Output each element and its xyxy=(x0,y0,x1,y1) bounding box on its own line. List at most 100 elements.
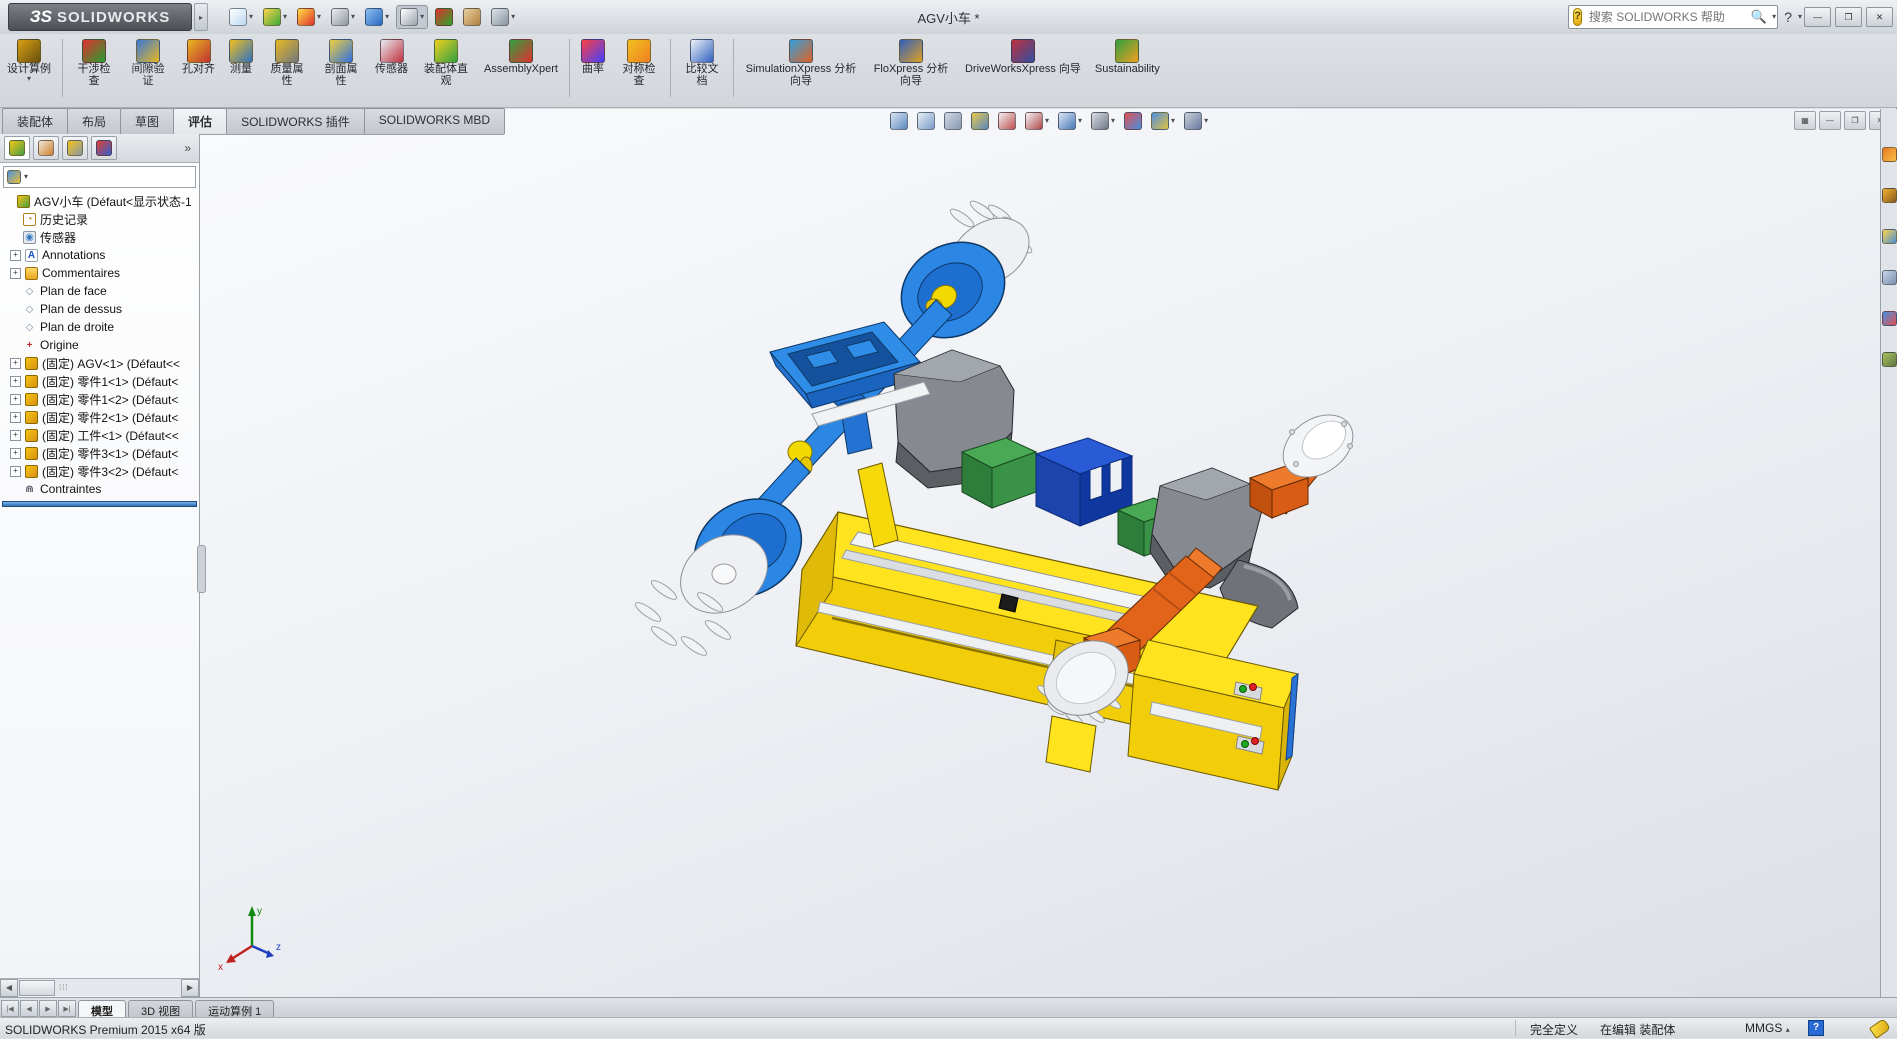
expander-icon[interactable]: + xyxy=(10,394,21,405)
panel-splitter-grip[interactable] xyxy=(197,545,206,593)
ribbon-section-properties[interactable]: 剖面属性 xyxy=(321,39,361,87)
rebuild-traffic-light-button[interactable] xyxy=(432,6,456,28)
doc-restore-button[interactable]: ❐ xyxy=(1844,111,1866,130)
rollback-bar[interactable] xyxy=(2,501,197,507)
ribbon-clearance-verification[interactable]: 间隙验证 xyxy=(128,39,168,87)
tree-item-part1-1[interactable]: +(固定) 零件1<1> (Défaut< xyxy=(0,372,199,390)
tree-item-history[interactable]: ◔历史记录 xyxy=(0,210,199,228)
search-options-caret[interactable]: ▾ xyxy=(1772,13,1776,21)
tree-item-workpiece-1[interactable]: +(固定) 工件<1> (Défaut<< xyxy=(0,426,199,444)
view-orientation-caret[interactable]: ▾ xyxy=(1045,117,1049,125)
expander-icon[interactable]: + xyxy=(10,268,21,279)
select-tool-caret[interactable]: ▾ xyxy=(420,13,424,21)
expander-icon[interactable]: + xyxy=(10,412,21,423)
tree-item-commentaires[interactable]: +Commentaires xyxy=(0,264,199,282)
zoom-to-fit-button[interactable] xyxy=(890,112,908,130)
bottom-tab-model[interactable]: 模型 xyxy=(78,1000,126,1018)
ribbon-mass-properties[interactable]: 质量属性 xyxy=(267,39,307,87)
custom-properties-tab[interactable] xyxy=(1882,352,1897,372)
tab-sketch[interactable]: 草图 xyxy=(120,108,174,134)
expander-icon[interactable]: + xyxy=(10,466,21,477)
tree-item-origine[interactable]: +Origine xyxy=(0,336,199,354)
tree-item-plan-de-face[interactable]: ◇Plan de face xyxy=(0,282,199,300)
open-document-caret[interactable]: ▾ xyxy=(283,13,287,21)
tab-evaluate[interactable]: 评估 xyxy=(173,108,227,134)
apply-scene-caret[interactable]: ▾ xyxy=(1171,117,1175,125)
ribbon-sensor[interactable]: 传感器 xyxy=(375,39,408,75)
status-help-button[interactable]: ? xyxy=(1808,1020,1824,1036)
previous-view-button[interactable] xyxy=(944,112,962,130)
expander-icon[interactable]: + xyxy=(10,250,21,261)
save-document-caret[interactable]: ▾ xyxy=(317,13,321,21)
tree-item-part1-2[interactable]: +(固定) 零件1<2> (Défaut< xyxy=(0,390,199,408)
expander-icon[interactable]: + xyxy=(10,376,21,387)
filter-caret[interactable]: ▾ xyxy=(24,173,28,181)
edit-appearance-button[interactable] xyxy=(1124,112,1142,130)
open-document-button[interactable]: ▾ xyxy=(260,6,290,28)
view-settings-button[interactable]: ▾ xyxy=(1184,112,1208,130)
tree-item-contraintes[interactable]: ⋒Contraintes xyxy=(0,480,199,498)
print-document-button[interactable]: ▾ xyxy=(328,6,358,28)
print-document-caret[interactable]: ▾ xyxy=(351,13,355,21)
tab-mbd[interactable]: SOLIDWORKS MBD xyxy=(364,108,505,134)
help-search-box[interactable]: ? 🔍 ▾ xyxy=(1568,5,1778,29)
undo-button[interactable]: ▾ xyxy=(362,6,392,28)
display-style-button[interactable]: ▾ xyxy=(1058,112,1082,130)
bottom-tab-motion-study-1[interactable]: 运动算例 1 xyxy=(195,1000,274,1018)
ribbon-floxpress-wizard[interactable]: FloXpress 分析向导 xyxy=(871,39,951,87)
section-view-button[interactable] xyxy=(971,112,989,130)
design-library-tab[interactable] xyxy=(1882,188,1897,208)
solidworks-resources-tab[interactable] xyxy=(1882,147,1897,167)
zoom-to-area-button[interactable] xyxy=(917,112,935,130)
tree-item-part2-1[interactable]: +(固定) 零件2<1> (Défaut< xyxy=(0,408,199,426)
tree-item-sensors[interactable]: ◉传感器 xyxy=(0,228,199,246)
tab-layout[interactable]: 布局 xyxy=(67,108,121,134)
tree-item-part3-2[interactable]: +(固定) 零件3<2> (Défaut< xyxy=(0,462,199,480)
logo-flyout-arrow[interactable]: ▸ xyxy=(194,3,208,31)
select-tool-button[interactable]: ▾ xyxy=(396,5,428,29)
first-tab-button[interactable]: |◀ xyxy=(1,1000,19,1017)
view-palette-tab[interactable] xyxy=(1882,270,1897,290)
ribbon-assembly-visualization[interactable]: 装配体直观 xyxy=(422,39,470,87)
view-orientation-button[interactable]: ▾ xyxy=(1025,112,1049,130)
hide-show-items-button[interactable]: ▾ xyxy=(1091,112,1115,130)
save-document-button[interactable]: ▾ xyxy=(294,6,324,28)
help-icon[interactable]: ? xyxy=(1784,9,1792,25)
configurationmanager-tab[interactable] xyxy=(62,136,88,160)
status-units[interactable]: MMGS ▴ xyxy=(1745,1021,1790,1035)
tree-item-part3-1[interactable]: +(固定) 零件3<1> (Défaut< xyxy=(0,444,199,462)
paste-clipboard-button[interactable] xyxy=(460,6,484,28)
propertymanager-tab[interactable] xyxy=(33,136,59,160)
ribbon-symmetry-check[interactable]: 对称检查 xyxy=(619,39,659,87)
ribbon-curvature[interactable]: 曲率 xyxy=(581,39,605,75)
ribbon-compare-documents[interactable]: 比较文档 xyxy=(682,39,722,87)
last-tab-button[interactable]: ▶| xyxy=(58,1000,76,1017)
expander-icon[interactable]: + xyxy=(10,430,21,441)
new-document-button[interactable]: ▾ xyxy=(226,6,256,28)
ribbon-design-study-caret[interactable]: ▾ xyxy=(27,75,31,83)
tab-addins[interactable]: SOLIDWORKS 插件 xyxy=(226,108,365,134)
window-restore-button[interactable]: ❐ xyxy=(1835,7,1862,27)
tree-item-root-assembly[interactable]: AGV小车 (Défaut<显示状态-1 xyxy=(0,192,199,210)
file-explorer-tab[interactable] xyxy=(1882,229,1897,249)
prev-tab-button[interactable]: ◀ xyxy=(20,1000,38,1017)
new-document-caret[interactable]: ▾ xyxy=(249,13,253,21)
tree-item-annotations[interactable]: +AAnnotations xyxy=(0,246,199,264)
options-button[interactable]: ▾ xyxy=(488,6,518,28)
undo-caret[interactable]: ▾ xyxy=(385,13,389,21)
hide-show-items-caret[interactable]: ▾ xyxy=(1111,117,1115,125)
status-tag-icon[interactable] xyxy=(1869,1018,1891,1039)
bottom-tab-3d-views[interactable]: 3D 视图 xyxy=(128,1000,193,1018)
doc-minimize-button[interactable]: — xyxy=(1819,111,1841,130)
featuremanager-tab[interactable] xyxy=(4,136,30,160)
search-icon[interactable]: 🔍 xyxy=(1751,9,1767,25)
window-minimize-button[interactable]: — xyxy=(1804,7,1831,27)
ribbon-hole-alignment[interactable]: 孔对齐 xyxy=(182,39,215,75)
ribbon-interference-check[interactable]: 干涉检查 xyxy=(74,39,114,87)
viewport-3d[interactable]: y x z xyxy=(200,109,1880,997)
tree-item-plan-de-droite[interactable]: ◇Plan de droite xyxy=(0,318,199,336)
ribbon-simulationxpress-wizard[interactable]: SimulationXpress 分析向导 xyxy=(745,39,857,87)
window-close-button[interactable]: ✕ xyxy=(1866,7,1893,27)
panel-horizontal-scrollbar[interactable]: ◀ ⁞⁞⁞ ▶ xyxy=(0,978,199,996)
tree-filter-field[interactable]: ▾ xyxy=(3,166,196,188)
